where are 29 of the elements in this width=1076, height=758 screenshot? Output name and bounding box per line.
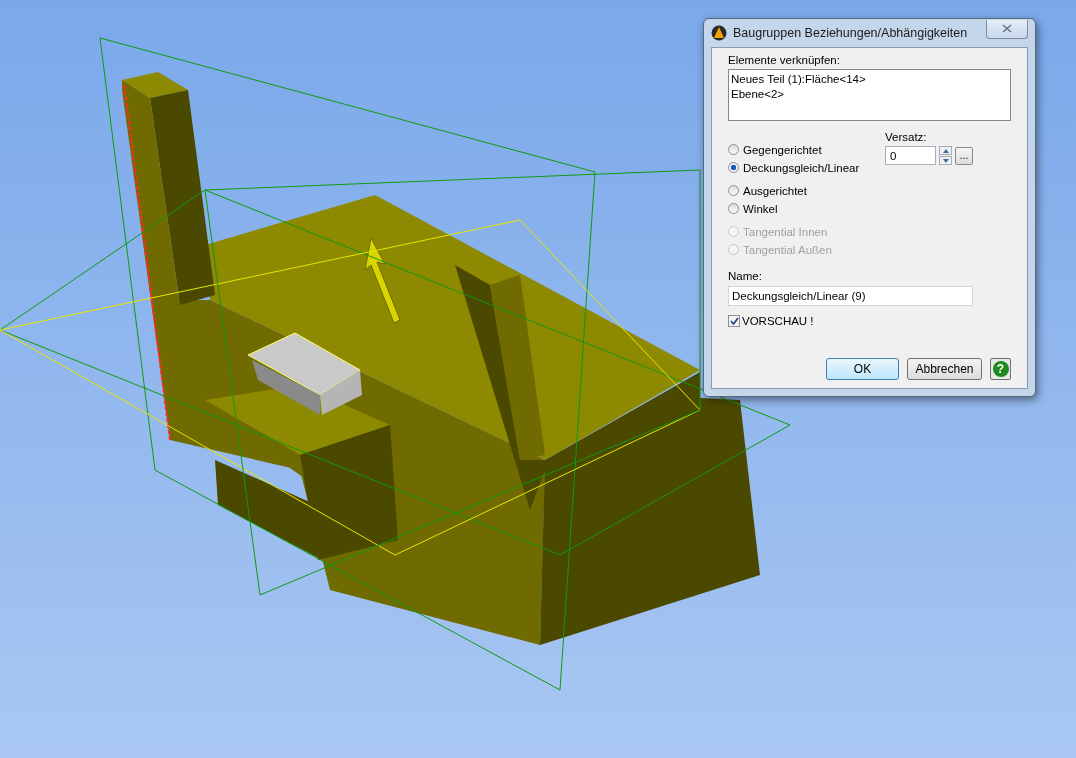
browse-button[interactable]: ... — [955, 146, 973, 165]
ok-button[interactable]: OK — [826, 358, 899, 380]
radio-option[interactable]: Gegengerichtet — [728, 142, 885, 157]
field-label: Name: — [728, 270, 763, 282]
radio-button[interactable] — [728, 162, 739, 173]
radio-button[interactable] — [728, 144, 739, 155]
checkmark-icon — [729, 317, 739, 325]
close-icon — [1002, 24, 1012, 33]
checkbox[interactable] — [728, 315, 740, 327]
name-field[interactable]: Deckungsgleich/Linear (9) — [728, 286, 973, 306]
list-item[interactable]: Neues Teil (1):Fläche<14> — [731, 72, 1008, 87]
spin-down-button[interactable] — [939, 156, 952, 165]
preview-option[interactable]: VORSCHAU ! — [728, 315, 1011, 327]
close-button[interactable] — [986, 19, 1028, 39]
field-label: Elemente verknüpfen: — [728, 54, 841, 66]
radio-button[interactable] — [728, 185, 739, 196]
radio-button[interactable] — [728, 203, 739, 214]
spin-up-button[interactable] — [939, 146, 952, 155]
caret-down-icon — [942, 158, 949, 163]
list-item[interactable]: Ebene<2> — [731, 87, 1008, 102]
caret-up-icon — [942, 148, 949, 153]
window-title: Baugruppen Beziehungen/Abhängigkeiten — [733, 26, 969, 40]
radio-option[interactable]: Ausgerichtet — [728, 183, 885, 198]
radio-option[interactable]: Winkel — [728, 201, 885, 216]
field-label: Versatz: — [885, 131, 928, 143]
radio-option[interactable]: Deckungsgleich/Linear — [728, 160, 885, 175]
offset-field[interactable]: 0 — [885, 146, 936, 165]
cancel-button[interactable]: Abbrechen — [907, 358, 982, 380]
app-logo-icon — [711, 25, 727, 41]
